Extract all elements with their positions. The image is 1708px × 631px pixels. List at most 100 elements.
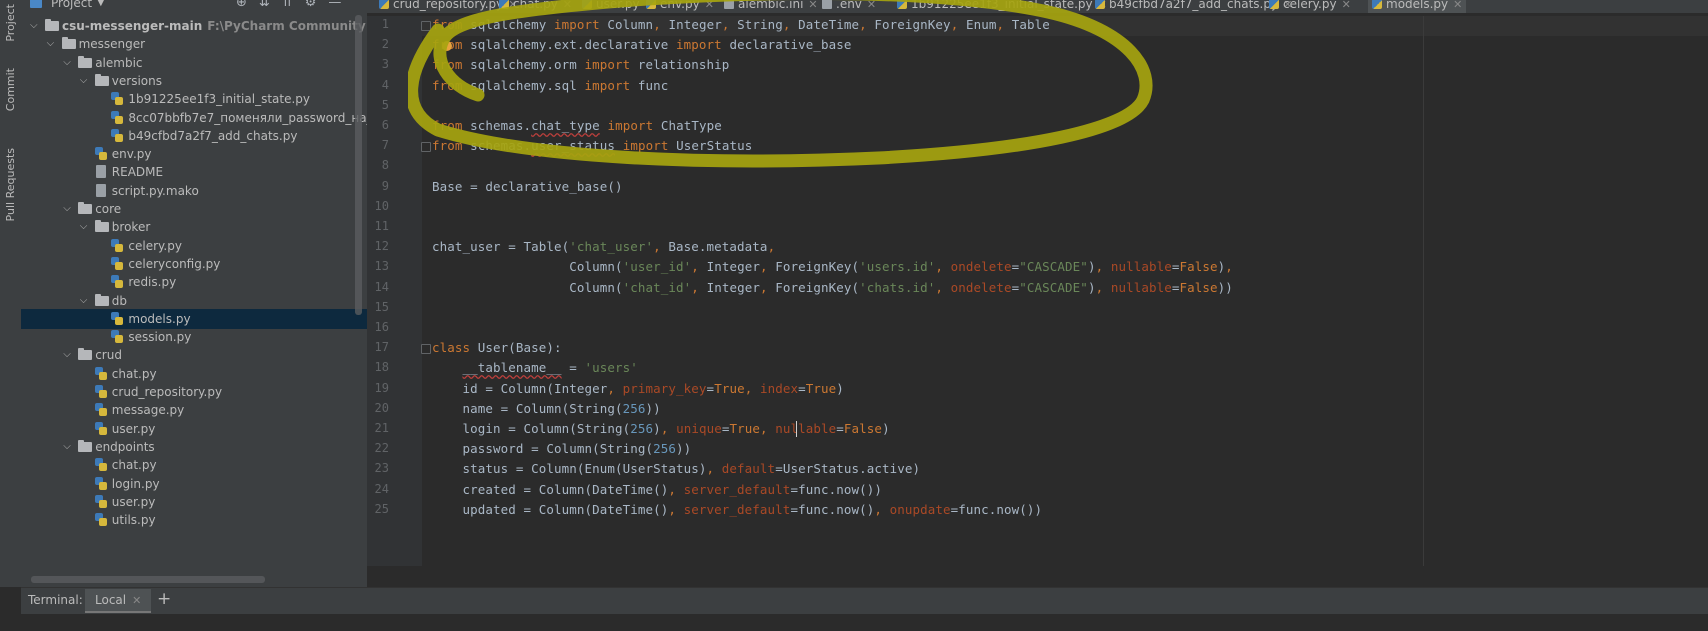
line-number: 21 xyxy=(374,421,389,435)
close-icon[interactable]: ✕ xyxy=(705,0,714,11)
tree-file[interactable]: chat.py xyxy=(21,364,367,384)
tree-folder[interactable]: ⌵ broker xyxy=(21,217,367,237)
tree-folder[interactable]: ⌵ csu-messenger-main F:\PyCharm Community … xyxy=(21,16,367,36)
code-token: , xyxy=(996,17,1012,32)
editor-tab[interactable]: b49cfbd7a2f7_add_chats.py ✕ xyxy=(1095,0,1292,13)
fold-marker-icon[interactable] xyxy=(421,21,431,31)
python-file-icon xyxy=(94,513,107,527)
chevron-down-icon[interactable]: ⌵ xyxy=(63,53,73,73)
code-token: String xyxy=(737,17,783,32)
line-number: 15 xyxy=(374,299,389,314)
editor-tab-label: .env xyxy=(836,0,862,11)
close-icon[interactable]: ✕ xyxy=(808,0,817,11)
python-file-icon xyxy=(94,476,107,490)
editor-tab[interactable]: alembic.ini ✕ xyxy=(724,0,818,13)
chevron-down-icon[interactable]: ⌵ xyxy=(63,199,73,219)
tree-folder[interactable]: ⌵ endpoints xyxy=(21,437,367,457)
gear-icon[interactable]: ⚙ xyxy=(305,0,317,10)
python-file-icon xyxy=(111,275,124,289)
chevron-down-icon[interactable]: ⌵ xyxy=(80,217,90,237)
project-panel-title[interactable]: Project xyxy=(51,0,92,10)
project-path-hint: F:\PyCharm Community Edition 2 xyxy=(207,19,367,33)
close-icon[interactable]: ✕ xyxy=(1342,0,1351,11)
editor-tab-label: b49cfbd7a2f7_add_chats.py xyxy=(1109,0,1279,11)
tree-file[interactable]: script.py.mako xyxy=(21,181,367,201)
chevron-down-icon[interactable]: ⌵ xyxy=(63,437,73,457)
editor-tab[interactable]: chat.py ✕ xyxy=(499,0,572,13)
project-scrollbar-vertical[interactable] xyxy=(355,15,362,315)
fold-marker-icon[interactable] xyxy=(421,344,431,355)
code-token: False xyxy=(1179,259,1218,275)
code-token: ChatType xyxy=(653,118,722,133)
editor-tab[interactable]: celery.py ✕ xyxy=(1269,0,1351,13)
tree-file[interactable]: 8cc07bbfb7e7_поменяли_password_на_has xyxy=(21,108,367,128)
tree-file[interactable]: utils.py xyxy=(21,510,367,530)
close-icon[interactable]: ✕ xyxy=(563,0,572,11)
chevron-down-icon[interactable]: ⌵ xyxy=(30,16,40,36)
tree-file[interactable]: message.py xyxy=(21,400,367,420)
tree-file[interactable]: redis.py xyxy=(21,272,367,292)
tree-file[interactable]: 1b91225ee1f3_initial_state.py xyxy=(21,89,367,109)
tree-file[interactable]: celeryconfig.py xyxy=(21,254,367,274)
close-icon[interactable]: ✕ xyxy=(132,594,141,607)
tree-folder[interactable]: ⌵ db xyxy=(21,291,367,311)
tree-folder[interactable]: ⌵ alembic xyxy=(21,53,367,73)
chevron-down-icon[interactable]: ⌵ xyxy=(63,345,73,365)
line-number: 2 xyxy=(381,37,389,52)
project-scrollbar-horizontal[interactable] xyxy=(31,576,265,583)
pull-requests-tool-tab[interactable]: Pull Requests xyxy=(2,145,19,225)
tree-item-label: messenger xyxy=(78,37,146,52)
editor-tab[interactable]: .env ✕ xyxy=(822,0,876,13)
tree-file[interactable]: login.py xyxy=(21,474,367,494)
locate-icon[interactable]: ⊕ xyxy=(236,0,247,10)
terminal-body[interactable] xyxy=(21,614,1708,631)
code-token: from xyxy=(432,57,463,73)
code-token: import xyxy=(584,57,631,73)
tree-file[interactable]: b49cfbd7a2f7_add_chats.py xyxy=(21,126,367,146)
chevron-down-icon[interactable]: ⌵ xyxy=(80,71,90,91)
tree-file[interactable]: crud_repository.py xyxy=(21,382,367,402)
tree-file[interactable]: models.py xyxy=(21,308,367,329)
intention-bulb-icon[interactable] xyxy=(442,41,452,51)
editor-tab[interactable]: models.py ✕ xyxy=(1368,0,1467,13)
code-token: import xyxy=(584,77,631,93)
tree-folder[interactable]: ⌵ versions xyxy=(21,71,367,91)
tree-file[interactable]: user.py xyxy=(21,492,367,512)
tree-file[interactable]: celery.py xyxy=(21,236,367,256)
tree-folder[interactable]: ⌵ crud xyxy=(21,345,367,365)
code-token: ForeignKey( xyxy=(775,279,860,295)
code-token: )) xyxy=(645,400,661,416)
chevron-down-icon[interactable]: ▼ xyxy=(97,0,105,8)
fold-marker-icon[interactable] xyxy=(421,142,431,153)
tree-file[interactable]: user.py xyxy=(21,419,367,439)
code-token: nullable xyxy=(1110,279,1172,295)
tree-folder[interactable]: ⌵ core xyxy=(21,199,367,219)
python-file-icon xyxy=(111,311,124,325)
tree-item-label: 1b91225ee1f3_initial_state.py xyxy=(128,92,311,107)
editor-tab[interactable]: env.py ✕ xyxy=(646,0,714,13)
terminal-tab-local[interactable]: Local ✕ xyxy=(85,589,152,613)
commit-tool-tab[interactable]: Commit xyxy=(2,62,19,117)
minimize-icon[interactable]: — xyxy=(328,0,341,10)
tree-file[interactable]: session.py xyxy=(21,327,367,347)
chevron-down-icon[interactable]: ⌵ xyxy=(80,291,90,311)
close-icon[interactable]: ✕ xyxy=(1453,0,1462,11)
tree-folder[interactable]: ⌵ messenger xyxy=(21,34,367,54)
python-file-icon xyxy=(499,0,509,9)
collapse-all-icon[interactable]: ⇈ xyxy=(282,0,293,10)
tree-file[interactable]: README xyxy=(21,162,367,182)
add-terminal-button[interactable]: + xyxy=(157,589,171,609)
editor-tab[interactable]: 1b91225ee1f3_initial_state.py✕ xyxy=(897,0,1107,13)
chevron-down-icon[interactable]: ⌵ xyxy=(47,34,57,54)
line-number: 6 xyxy=(381,118,389,132)
tree-file[interactable]: env.py xyxy=(21,144,367,164)
close-icon[interactable]: ✕ xyxy=(867,0,876,11)
tree-file[interactable]: chat.py xyxy=(21,455,367,475)
editor-tab[interactable]: user.py✕ xyxy=(582,0,654,13)
code-token: , xyxy=(668,481,684,497)
expand-all-icon[interactable]: ⇊ xyxy=(259,0,270,10)
code-token: 256 xyxy=(630,421,654,436)
editor-tab[interactable]: crud_repository.py ✕ xyxy=(379,0,517,13)
project-tool-tab[interactable]: Project xyxy=(2,0,19,46)
tree-item-label: script.py.mako xyxy=(111,183,199,198)
